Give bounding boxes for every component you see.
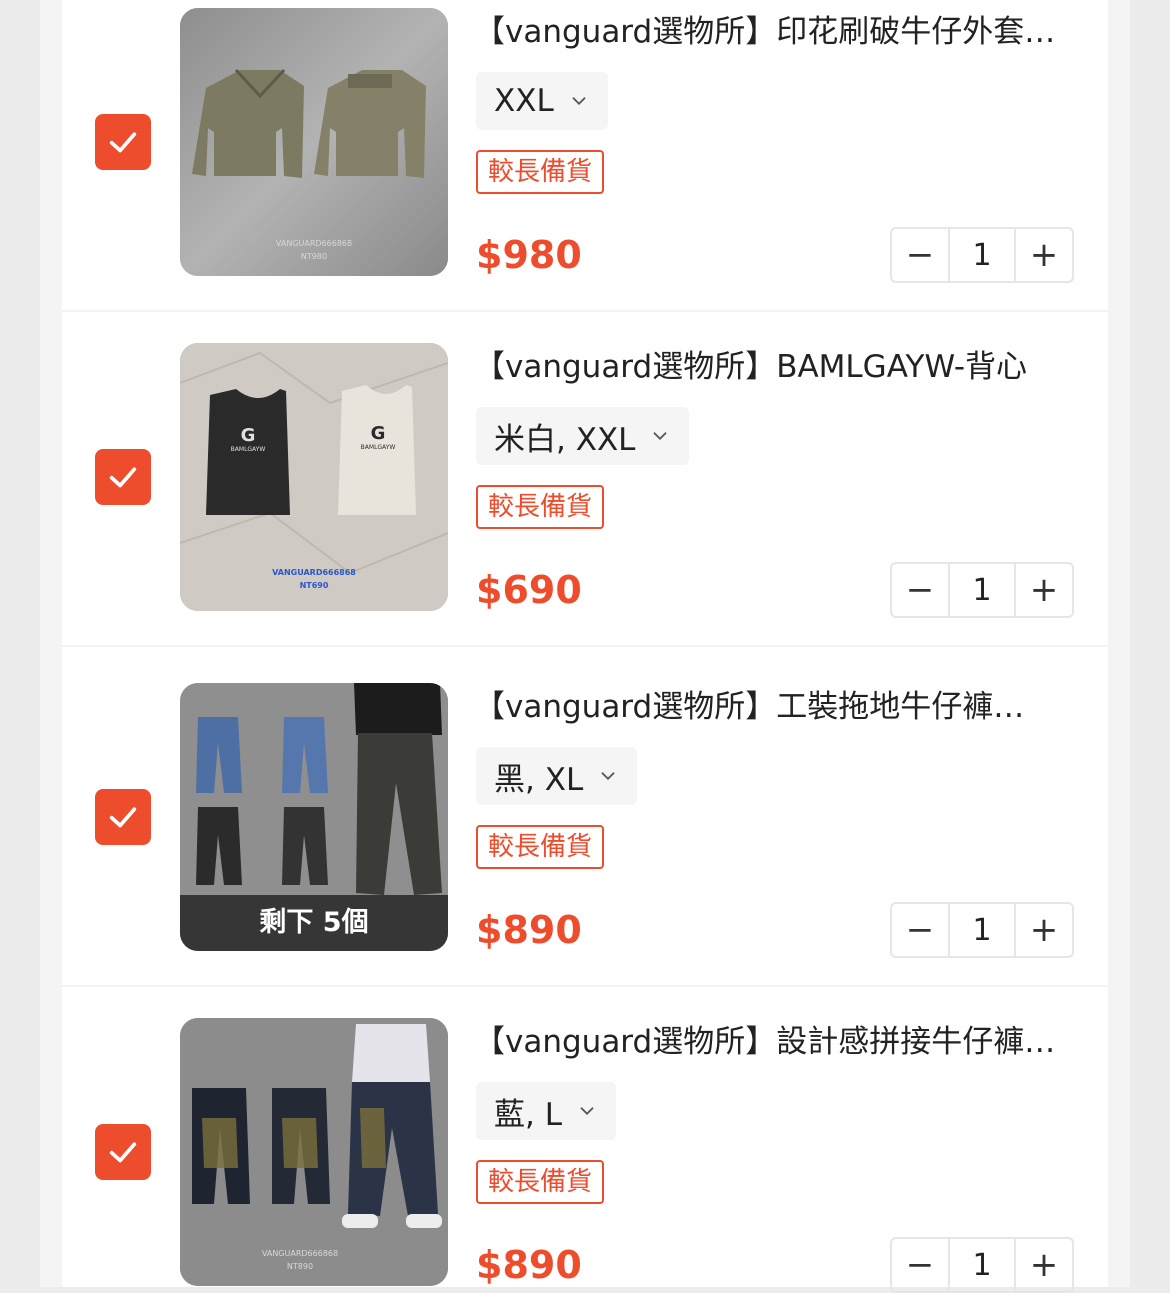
svg-text:G: G xyxy=(241,425,256,446)
jacket-product-image[interactable]: VANGUARD666868 NT980 xyxy=(180,8,448,276)
preorder-badge: 較長備貨 xyxy=(476,485,605,529)
quantity-input[interactable]: 1 xyxy=(948,564,1016,616)
quantity-stepper: − 1 + xyxy=(890,562,1074,618)
item-select-checkbox[interactable] xyxy=(95,789,151,845)
chevron-down-icon xyxy=(572,97,586,106)
chevron-down-icon xyxy=(580,1107,594,1116)
increase-quantity-button[interactable]: + xyxy=(1016,1239,1072,1291)
item-divider xyxy=(62,645,1108,647)
check-icon xyxy=(109,467,137,488)
svg-text:G: G xyxy=(371,423,386,444)
cargo-jeans-product-image[interactable]: 剩下 5個 xyxy=(180,683,448,951)
minus-icon: − xyxy=(905,570,935,610)
svg-text:NT890: NT890 xyxy=(287,1262,313,1271)
item-select-checkbox[interactable] xyxy=(95,114,151,170)
svg-text:NT690: NT690 xyxy=(300,581,329,590)
minus-icon: − xyxy=(905,235,935,275)
item-price: $690 xyxy=(476,568,582,612)
minus-icon: − xyxy=(905,1245,935,1285)
chevron-down-icon xyxy=(601,772,615,781)
quantity-stepper: − 1 + xyxy=(890,1237,1074,1293)
preorder-badge: 較長備貨 xyxy=(476,150,605,194)
plus-icon: + xyxy=(1029,235,1059,275)
preorder-badge: 較長備貨 xyxy=(476,1160,605,1204)
patchwork-jeans-product-image[interactable]: VANGUARD666868 NT890 xyxy=(180,1018,448,1286)
vest-product-image[interactable]: G BAMLGAYW G BAMLGAYW VANGUARD666868 NT6… xyxy=(180,343,448,611)
quantity-input[interactable]: 1 xyxy=(948,1239,1016,1291)
plus-icon: + xyxy=(1029,570,1059,610)
svg-text:BAMLGAYW: BAMLGAYW xyxy=(231,446,266,453)
svg-text:VANGUARD666868: VANGUARD666868 xyxy=(262,1249,338,1258)
increase-quantity-button[interactable]: + xyxy=(1016,564,1072,616)
svg-text:VANGUARD666868: VANGUARD666868 xyxy=(272,568,356,577)
variant-selector[interactable]: 米白, XXL xyxy=(476,407,690,465)
decrease-quantity-button[interactable]: − xyxy=(892,904,948,956)
plus-icon: + xyxy=(1029,1245,1059,1285)
quantity-stepper: − 1 + xyxy=(890,227,1074,283)
variant-label: 黑, XL xyxy=(494,761,584,798)
item-select-checkbox[interactable] xyxy=(95,1124,151,1180)
chevron-down-icon xyxy=(654,432,667,441)
check-icon xyxy=(109,1142,137,1163)
variant-selector[interactable]: 藍, L xyxy=(476,1082,616,1140)
variant-selector[interactable]: XXL xyxy=(476,72,608,130)
variant-label: 藍, L xyxy=(494,1096,562,1133)
minus-icon: − xyxy=(905,910,935,950)
quantity-stepper: − 1 + xyxy=(890,902,1074,958)
item-price: $890 xyxy=(476,1243,582,1287)
cart-item: VANGUARD666868 NT890 【vanguard選物所】設計感拼接牛… xyxy=(0,1018,1170,1293)
preorder-badge: 較長備貨 xyxy=(476,825,605,869)
svg-text:NT980: NT980 xyxy=(301,252,327,261)
item-divider xyxy=(62,310,1108,312)
cart-item: VANGUARD666868 NT980 【vanguard選物所】印花刷破牛仔… xyxy=(0,8,1170,283)
svg-text:VANGUARD666868: VANGUARD666868 xyxy=(276,239,352,248)
item-title[interactable]: 【vanguard選物所】印花刷破牛仔外套… xyxy=(474,12,1084,52)
check-icon xyxy=(109,807,137,828)
variant-label: 米白, XXL xyxy=(494,421,636,458)
quantity-input[interactable]: 1 xyxy=(948,229,1016,281)
item-price: $980 xyxy=(476,233,582,277)
item-select-checkbox[interactable] xyxy=(95,449,151,505)
variant-label: XXL xyxy=(494,83,554,119)
item-title[interactable]: 【vanguard選物所】設計感拼接牛仔褲… xyxy=(474,1022,1084,1062)
plus-icon: + xyxy=(1029,910,1059,950)
stock-remaining-label: 剩下 5個 xyxy=(180,895,448,951)
item-title[interactable]: 【vanguard選物所】工裝拖地牛仔褲… xyxy=(474,687,1084,727)
item-title[interactable]: 【vanguard選物所】BAMLGAYW-背心 xyxy=(474,347,1084,387)
increase-quantity-button[interactable]: + xyxy=(1016,904,1072,956)
item-price: $890 xyxy=(476,908,582,952)
check-icon xyxy=(109,132,137,153)
item-divider xyxy=(62,985,1108,987)
decrease-quantity-button[interactable]: − xyxy=(892,1239,948,1291)
variant-selector[interactable]: 黑, XL xyxy=(476,747,638,805)
cart-item: G BAMLGAYW G BAMLGAYW VANGUARD666868 NT6… xyxy=(0,343,1170,618)
decrease-quantity-button[interactable]: − xyxy=(892,564,948,616)
increase-quantity-button[interactable]: + xyxy=(1016,229,1072,281)
decrease-quantity-button[interactable]: − xyxy=(892,229,948,281)
svg-text:BAMLGAYW: BAMLGAYW xyxy=(361,444,396,451)
quantity-input[interactable]: 1 xyxy=(948,904,1016,956)
cart-item: 剩下 5個 【vanguard選物所】工裝拖地牛仔褲… 黑, XL 較長備貨 $… xyxy=(0,683,1170,958)
